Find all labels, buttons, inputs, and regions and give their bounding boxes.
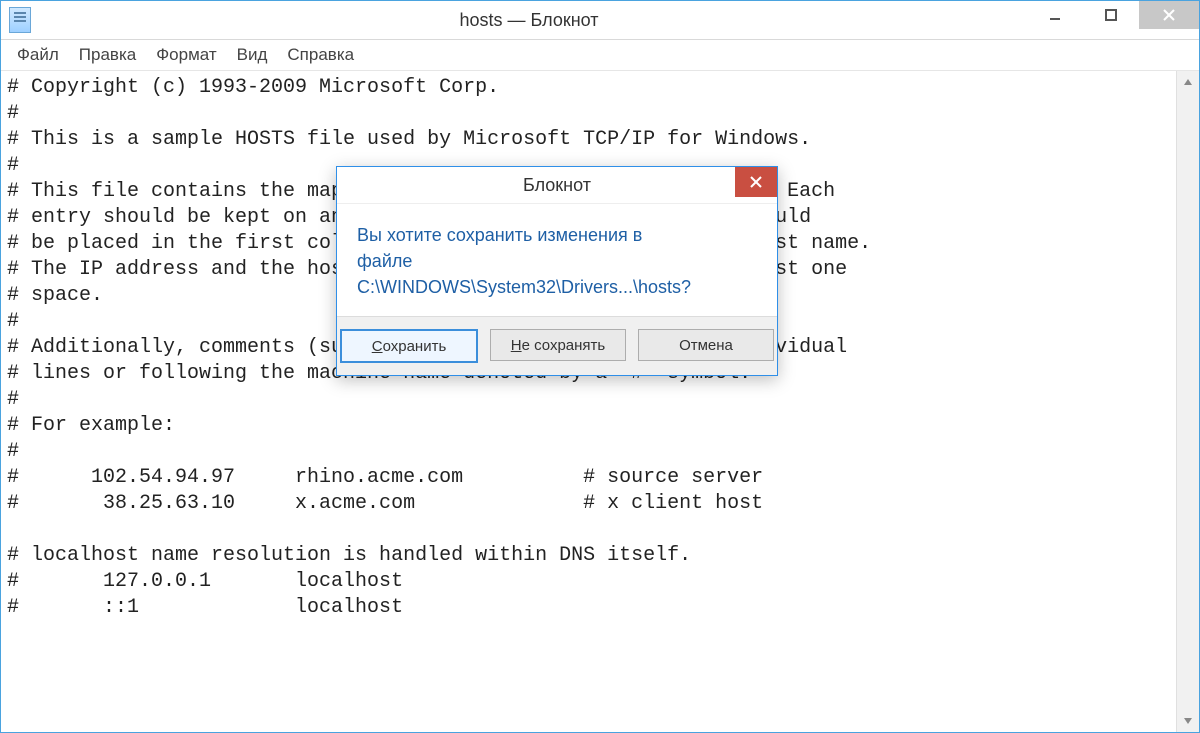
minimize-button[interactable] <box>1027 1 1083 29</box>
close-icon <box>1162 8 1176 22</box>
dialog-message-line3: C:\WINDOWS\System32\Drivers...\hosts? <box>357 274 757 300</box>
dialog-footer: Сохранить Не сохранять Отмена <box>337 316 777 375</box>
save-dialog: Блокнот Вы хотите сохранить изменения в … <box>336 166 778 376</box>
menu-edit[interactable]: Правка <box>69 42 146 68</box>
close-icon <box>750 176 762 188</box>
notepad-icon <box>9 7 31 33</box>
maximize-button[interactable] <box>1083 1 1139 29</box>
save-button[interactable]: Сохранить <box>340 329 478 363</box>
dialog-body: Вы хотите сохранить изменения в файле C:… <box>337 204 777 316</box>
titlebar: hosts — Блокнот <box>1 1 1199 40</box>
window-controls <box>1027 1 1199 39</box>
dialog-message-line2: файле <box>357 248 757 274</box>
menubar: Файл Правка Формат Вид Справка <box>1 40 1199 71</box>
menu-file[interactable]: Файл <box>7 42 69 68</box>
scroll-up-icon[interactable] <box>1177 71 1199 93</box>
minimize-icon <box>1048 8 1062 22</box>
dialog-message-line1: Вы хотите сохранить изменения в <box>357 222 757 248</box>
maximize-icon <box>1104 8 1118 22</box>
scroll-down-icon[interactable] <box>1177 710 1199 732</box>
vertical-scrollbar[interactable] <box>1176 71 1199 732</box>
menu-view[interactable]: Вид <box>227 42 278 68</box>
dialog-titlebar: Блокнот <box>337 167 777 204</box>
menu-help[interactable]: Справка <box>277 42 364 68</box>
window-title: hosts — Блокнот <box>31 10 1027 31</box>
dont-save-button[interactable]: Не сохранять <box>490 329 626 361</box>
menu-format[interactable]: Формат <box>146 42 226 68</box>
cancel-button[interactable]: Отмена <box>638 329 774 361</box>
dialog-close-button[interactable] <box>735 167 777 197</box>
dialog-title-text: Блокнот <box>523 175 591 196</box>
scroll-track[interactable] <box>1177 93 1199 710</box>
close-button[interactable] <box>1139 1 1199 29</box>
